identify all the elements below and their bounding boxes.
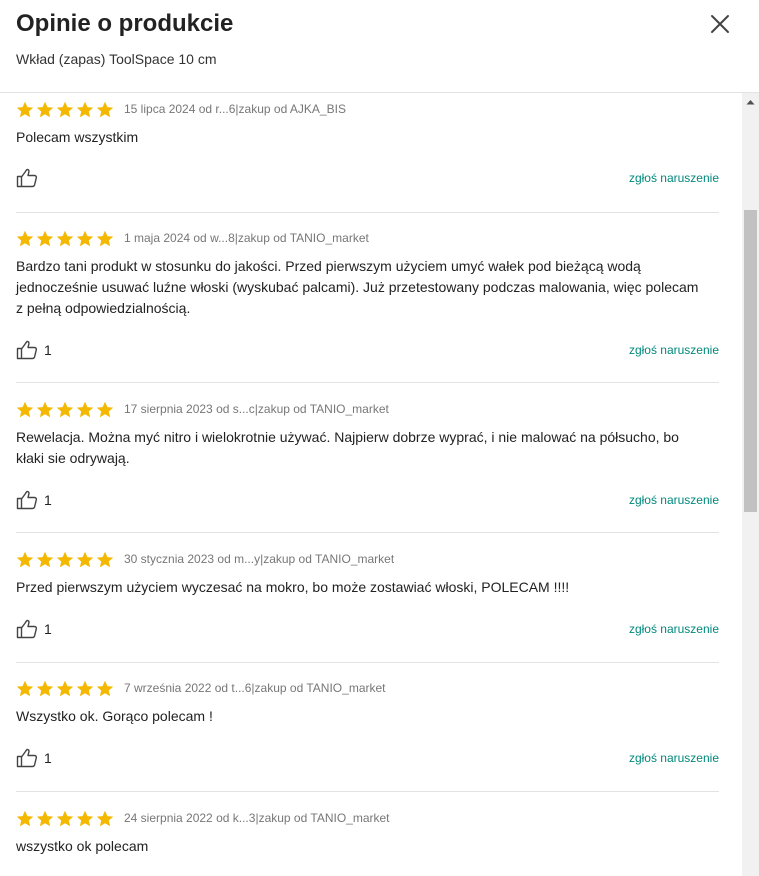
star-rating [16, 551, 114, 568]
thumbs-up-icon [16, 490, 38, 510]
star-icon [96, 230, 114, 247]
divider [16, 212, 719, 213]
star-icon [36, 551, 54, 568]
star-icon [96, 551, 114, 568]
divider [16, 791, 719, 792]
star-icon [56, 401, 74, 418]
review-seller: zakup od AJKA_BIS [238, 102, 346, 116]
like-count: 1 [44, 621, 52, 637]
thumbs-up-icon [16, 748, 38, 768]
dialog-header: Opinie o produkcie Wkład (zapas) ToolSpa… [0, 0, 759, 93]
reviews-list[interactable]: 15 lipca 2024 od r...6 | zakup od AJKA_B… [0, 93, 742, 876]
divider [16, 382, 719, 383]
star-icon [56, 551, 74, 568]
review-text: Bardzo tani produkt w stosunku do jakośc… [16, 258, 699, 316]
star-icon [56, 101, 74, 118]
divider [16, 532, 719, 533]
like-button[interactable]: 1 [16, 339, 52, 361]
review-meta: 1 maja 2024 od w...8 | zakup od TANIO_ma… [16, 228, 369, 248]
like-button[interactable]: 1 [16, 618, 52, 640]
star-icon [76, 551, 94, 568]
review-date-author: 1 maja 2024 od w...8 [124, 231, 235, 245]
like-button[interactable]: 1 [16, 489, 52, 511]
dialog-title: Opinie o produkcie [16, 10, 234, 37]
star-icon [16, 551, 34, 568]
review-actions: 1 zgłoś naruszenie [16, 747, 719, 769]
review-seller: zakup od TANIO_market [237, 231, 369, 245]
arrow-up-icon [746, 99, 755, 104]
scrollbar-thumb[interactable] [744, 210, 757, 512]
scroll-up-button[interactable] [742, 93, 759, 110]
review-actions: 1 zgłoś naruszenie [16, 489, 719, 511]
close-button[interactable] [706, 10, 734, 38]
star-icon [16, 230, 34, 247]
review-meta: 15 lipca 2024 od r...6 | zakup od AJKA_B… [16, 99, 346, 119]
review-text: Przed pierwszym użyciem wyczesać na mokr… [16, 579, 570, 595]
like-button[interactable]: 1 [16, 747, 52, 769]
thumbs-up-icon [16, 340, 38, 360]
like-count: 1 [44, 750, 52, 766]
star-icon [36, 680, 54, 697]
thumbs-up-icon [16, 168, 38, 188]
scrollbar[interactable] [742, 93, 759, 876]
star-icon [56, 230, 74, 247]
star-icon [96, 810, 114, 827]
star-icon [76, 810, 94, 827]
review-actions: 1 zgłoś naruszenie [16, 339, 719, 361]
close-icon [711, 15, 729, 33]
star-icon [16, 401, 34, 418]
star-icon [76, 230, 94, 247]
star-rating [16, 230, 114, 247]
review-actions: zgłoś naruszenie [16, 167, 719, 189]
like-count: 1 [44, 342, 52, 358]
review-actions: 1 zgłoś naruszenie [16, 618, 719, 640]
review-text: Rewelacja. Można myć nitro i wielokrotni… [16, 429, 679, 466]
star-icon [96, 401, 114, 418]
star-rating [16, 101, 114, 118]
star-rating [16, 401, 114, 418]
star-icon [96, 680, 114, 697]
like-button[interactable] [16, 167, 44, 189]
review-seller: zakup od TANIO_market [254, 681, 386, 695]
review-seller: zakup od TANIO_market [263, 552, 395, 566]
review-text: Wszystko ok. Gorąco polecam ! [16, 708, 213, 724]
star-icon [16, 810, 34, 827]
star-icon [96, 101, 114, 118]
star-icon [56, 810, 74, 827]
review-meta: 7 września 2022 od t...6 | zakup od TANI… [16, 678, 386, 698]
review-seller: zakup od TANIO_market [258, 811, 390, 825]
star-rating [16, 680, 114, 697]
product-name: Wkład (zapas) ToolSpace 10 cm [16, 51, 217, 67]
report-link[interactable]: zgłoś naruszenie [629, 493, 719, 507]
divider [16, 662, 719, 663]
star-icon [36, 401, 54, 418]
review-text: wszystko ok polecam [16, 838, 149, 854]
review-meta: 17 sierpnia 2023 od s...c | zakup od TAN… [16, 399, 389, 419]
star-rating [16, 810, 114, 827]
review-date-author: 30 stycznia 2023 od m...y [124, 552, 261, 566]
star-icon [36, 230, 54, 247]
review-seller: zakup od TANIO_market [257, 402, 389, 416]
review-meta: 30 stycznia 2023 od m...y | zakup od TAN… [16, 549, 394, 569]
star-icon [16, 101, 34, 118]
review-meta: 24 sierpnia 2022 od k...3 | zakup od TAN… [16, 808, 390, 828]
star-icon [16, 680, 34, 697]
report-link[interactable]: zgłoś naruszenie [629, 622, 719, 636]
star-icon [76, 680, 94, 697]
review-date-author: 7 września 2022 od t...6 [124, 681, 252, 695]
star-icon [76, 401, 94, 418]
report-link[interactable]: zgłoś naruszenie [629, 751, 719, 765]
review-date-author: 15 lipca 2024 od r...6 [124, 102, 236, 116]
thumbs-up-icon [16, 619, 38, 639]
report-link[interactable]: zgłoś naruszenie [629, 171, 719, 185]
star-icon [36, 810, 54, 827]
star-icon [36, 101, 54, 118]
star-icon [56, 680, 74, 697]
star-icon [76, 101, 94, 118]
review-date-author: 17 sierpnia 2023 od s...c [124, 402, 255, 416]
review-text: Polecam wszystkim [16, 129, 139, 145]
review-date-author: 24 sierpnia 2022 od k...3 [124, 811, 256, 825]
report-link[interactable]: zgłoś naruszenie [629, 343, 719, 357]
like-count: 1 [44, 492, 52, 508]
